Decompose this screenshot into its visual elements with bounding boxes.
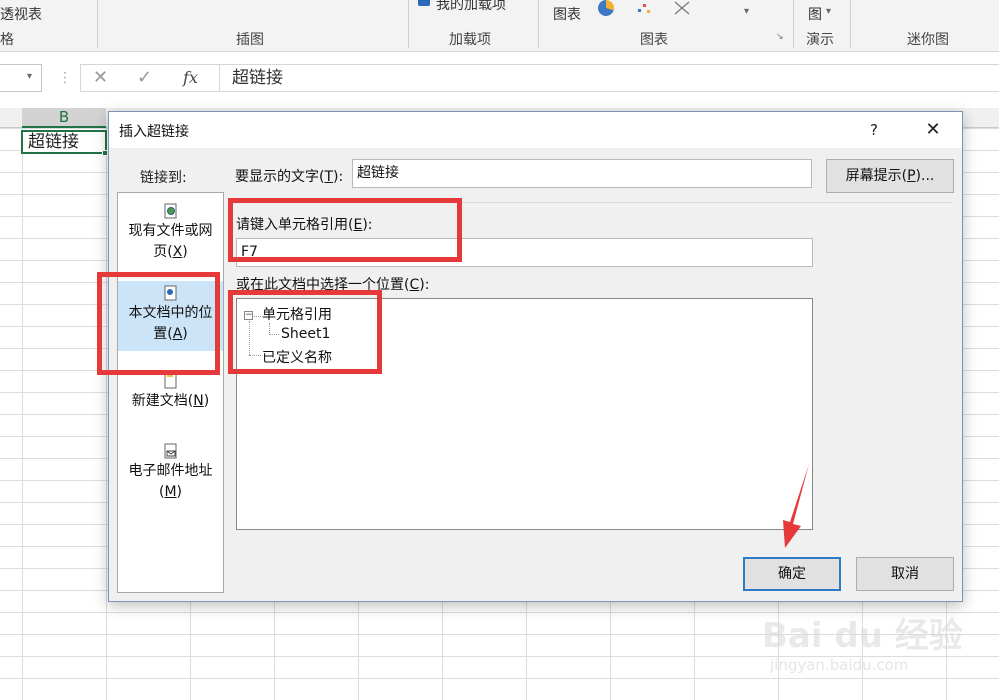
cancel-icon[interactable]: ✕: [93, 67, 108, 88]
formula-bar-grip-icon: ⋮: [58, 70, 72, 86]
nav-accel-key: M: [164, 484, 177, 500]
ribbon-group-tours: 演示: [806, 32, 834, 48]
watermark-url: jingyan.baidu.com: [770, 656, 909, 674]
new-document-icon: [164, 373, 176, 389]
button-text: )...: [915, 168, 935, 184]
label-text: ):: [333, 169, 344, 185]
formula-input[interactable]: 超链接: [220, 64, 999, 92]
nav-email-address[interactable]: 电子邮件地址 (M): [118, 443, 223, 509]
nav-label: ): [176, 484, 183, 500]
ribbon-separator: [408, 0, 409, 48]
3d-map-button[interactable]: 图: [808, 4, 822, 24]
dialog-titlebar[interactable]: 插入超链接 ? ✕: [109, 112, 962, 148]
annotation-arrow-icon: [783, 464, 809, 548]
chevron-down-icon[interactable]: ▾: [744, 6, 749, 17]
nav-existing-file[interactable]: 现有文件或网 页(X): [118, 203, 223, 275]
nav-label: ): [203, 393, 210, 409]
email-icon: [164, 443, 176, 459]
dialog-launcher-icon[interactable]: ↘: [776, 32, 784, 42]
ribbon-separator: [850, 0, 851, 48]
close-button[interactable]: ✕: [917, 118, 949, 142]
help-button[interactable]: ?: [861, 118, 887, 142]
annotation-box-cell-reference: [228, 198, 462, 262]
waterfall-chart-icon[interactable]: [674, 0, 690, 16]
cancel-button[interactable]: 取消: [856, 557, 954, 591]
ok-button[interactable]: 确定: [743, 557, 841, 591]
my-addins-button[interactable]: 我的加载项: [436, 0, 506, 14]
label-text: 要显示的文字(: [235, 169, 325, 185]
dialog-title: 插入超链接: [119, 124, 189, 140]
ribbon-group-addins: 加载项: [449, 32, 491, 48]
accel-key: P: [907, 168, 916, 184]
nav-label: 现有文件或网: [128, 223, 213, 239]
chevron-down-icon[interactable]: ▾: [27, 71, 32, 82]
pie-chart-icon[interactable]: [598, 0, 614, 16]
nav-label: ): [182, 244, 188, 260]
display-text-input[interactable]: 超链接: [352, 159, 812, 188]
annotation-box-place-in-document: [97, 272, 220, 375]
nav-accel-key: N: [193, 393, 204, 409]
ribbon-group-illustrations: 插图: [236, 32, 264, 48]
watermark-logo: Bai du 经验: [762, 616, 963, 656]
nav-accel-key: X: [172, 244, 183, 260]
ribbon-pivot-label[interactable]: 透视表: [0, 4, 42, 24]
ribbon-group-table: 格: [0, 32, 14, 48]
active-cell[interactable]: 超链接: [21, 130, 107, 154]
name-box[interactable]: ▾: [0, 64, 42, 92]
label-text: ):: [419, 277, 430, 293]
ribbon-separator: [538, 0, 539, 48]
screentip-button[interactable]: 屏幕提示(P)...: [826, 159, 954, 193]
nav-new-document[interactable]: 新建文档(N): [118, 373, 223, 423]
globe-file-icon: [164, 203, 176, 219]
display-text-label: 要显示的文字(T):: [235, 166, 343, 186]
ribbon-group-charts: 图表: [640, 32, 668, 48]
accel-key: C: [409, 277, 420, 293]
ribbon-separator: [793, 0, 794, 48]
watermark: Bai du 经验 jingyan.baidu.com: [756, 590, 966, 690]
insert-function-icon[interactable]: fx: [183, 68, 198, 87]
ribbon-group-sparklines: 迷你图: [907, 32, 949, 48]
nav-label: 电子邮件地址: [128, 463, 213, 479]
recommended-charts-button[interactable]: 图表: [553, 4, 581, 24]
ribbon: 透视表 格 插图 我的加载项 加载项 图表 图表 ▾ ↘ 图 ▾ 演示 迷你图: [0, 0, 999, 52]
chevron-down-icon[interactable]: ▾: [826, 6, 831, 17]
store-icon: [418, 0, 430, 6]
nav-label: 页(: [153, 244, 173, 260]
enter-icon[interactable]: ✓: [137, 67, 152, 88]
accel-key: T: [324, 169, 334, 185]
formula-bar: ▾ ⋮ ✕ ✓ fx 超链接: [0, 56, 999, 100]
link-to-label: 链接到:: [140, 170, 187, 186]
button-text: 屏幕提示(: [845, 168, 908, 184]
nav-label: 新建文档(: [131, 393, 194, 409]
ribbon-separator: [97, 0, 98, 48]
annotation-box-tree: [228, 290, 382, 374]
scatter-chart-icon[interactable]: [636, 0, 652, 16]
column-header-b[interactable]: B: [22, 108, 106, 128]
formula-buttons: ✕ ✓ fx: [80, 64, 220, 92]
link-to-panel: 现有文件或网 页(X) 本文档中的位 置(A) 新建文档(N) 电子邮件地址 (…: [117, 192, 224, 593]
